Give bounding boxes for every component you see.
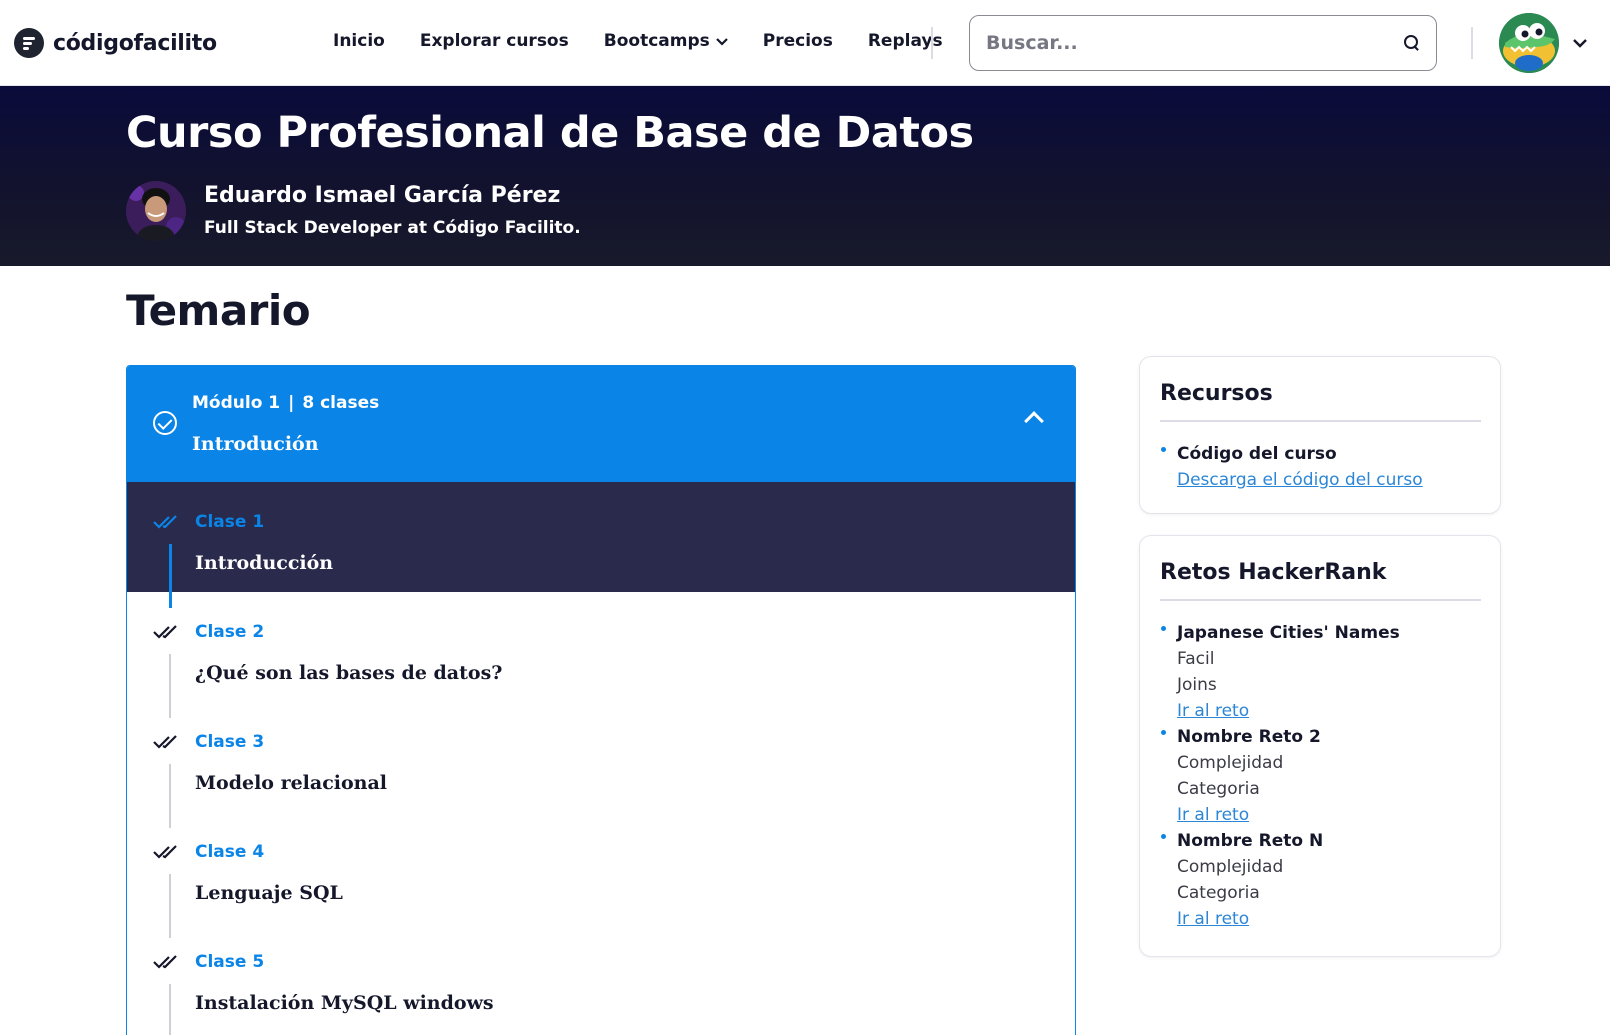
nav-link-precios[interactable]: Precios [763,31,833,51]
search-icon[interactable] [1404,35,1420,51]
lesson-label: Clase 5 [195,952,265,972]
instructor-name: Eduardo Ismael García Pérez [204,183,561,208]
nav-link-explorar-cursos[interactable]: Explorar cursos [420,31,569,51]
nav-link-bootcamps[interactable]: Bootcamps [604,31,728,51]
double-check-icon [153,955,177,969]
lesson-title: Introducción [195,552,334,574]
resources-card: Recursos Código del curso Descarga el có… [1139,356,1501,514]
challenge-link[interactable]: Ir al reto [1177,906,1480,932]
user-menu[interactable] [1499,13,1587,73]
crocodile-avatar-icon [1499,13,1559,73]
lesson-title: Lenguaje SQL [195,882,343,904]
instructor-role: Full Stack Developer at Código Facilito. [204,218,581,238]
module-header[interactable]: Módulo 1 | 8 clases Introdución [127,366,1075,482]
list-item: Nombre Reto 2 Complejidad Categoria Ir a… [1160,724,1480,828]
module-name: Introdución [192,433,319,455]
challenge-name: Nombre Reto 2 [1177,727,1321,747]
challenge-name: Japanese Cities' Names [1177,623,1400,643]
course-hero: Curso Profesional de Base de Datos Eduar… [0,86,1610,266]
user-avatar[interactable] [1499,13,1559,73]
module-label: Módulo 1 [192,393,281,413]
double-check-icon [153,735,177,749]
resources-list: Código del curso Descarga el código del … [1160,441,1480,493]
module-meta: Módulo 1 | 8 clases [192,393,379,413]
resources-title: Recursos [1160,381,1273,406]
lesson-progress-line [169,984,171,1035]
nav-divider [1471,27,1473,59]
challenge-difficulty: Complejidad [1177,857,1284,877]
double-check-icon [153,625,177,639]
lesson-item[interactable]: Clase 3 Modelo relacional [127,702,1075,828]
resource-name: Código del curso [1177,444,1337,464]
challenge-link[interactable]: Ir al reto [1177,802,1480,828]
lesson-label: Clase 4 [195,842,265,862]
list-item: Nombre Reto N Complejidad Categoria Ir a… [1160,828,1480,932]
lesson-title: Instalación MySQL windows [195,992,494,1014]
lesson-title: ¿Qué son las bases de datos? [195,662,503,684]
bullet-icon [1161,447,1166,452]
lesson-title: Modelo relacional [195,772,388,794]
list-item: Código del curso Descarga el código del … [1160,441,1480,493]
challenge-name: Nombre Reto N [1177,831,1324,851]
brand-logo[interactable]: códigofacilito [14,28,217,58]
nav-divider [931,27,933,59]
challenge-category: Joins [1177,675,1217,695]
chevron-up-icon[interactable] [1024,411,1044,431]
bullet-icon [1161,626,1166,631]
card-divider [1160,599,1481,601]
double-check-icon [153,515,177,529]
module-meta-separator: | [288,393,295,413]
challenges-list: Japanese Cities' Names Facil Joins Ir al… [1160,620,1480,932]
lesson-item[interactable]: Clase 5 Instalación MySQL windows [127,922,1075,1035]
brand-logo-icon [14,28,44,58]
course-title: Curso Profesional de Base de Datos [126,108,974,158]
lesson-label: Clase 3 [195,732,265,752]
brand-name: códigofacilito [53,30,217,56]
card-divider [1160,420,1481,422]
chevron-down-icon[interactable] [1573,38,1587,48]
challenge-difficulty: Facil [1177,649,1215,669]
challenge-category: Categoria [1177,779,1260,799]
challenges-title: Retos HackerRank [1160,560,1387,585]
lesson-label: Clase 2 [195,622,265,642]
top-navbar: códigofacilito Inicio Explorar cursos Bo… [0,0,1610,86]
instructor-avatar [126,181,186,241]
lesson-item[interactable]: Clase 1 Introducción [127,482,1075,608]
syllabus-title: Temario [126,286,311,335]
challenge-category: Categoria [1177,883,1260,903]
bullet-icon [1161,730,1166,735]
double-check-icon [153,845,177,859]
nav-link-inicio[interactable]: Inicio [333,31,385,51]
search-bar[interactable] [969,15,1437,71]
chevron-down-icon [715,38,728,46]
lesson-label: Clase 1 [195,512,265,532]
list-item: Japanese Cities' Names Facil Joins Ir al… [1160,620,1480,724]
challenge-difficulty: Complejidad [1177,753,1284,773]
lesson-item[interactable]: Clase 2 ¿Qué son las bases de datos? [127,592,1075,718]
instructor-photo-icon [126,181,186,241]
challenge-link[interactable]: Ir al reto [1177,698,1480,724]
nav-link-bootcamps-label: Bootcamps [603,31,710,51]
check-circle-icon [153,411,177,435]
bullet-icon [1161,834,1166,839]
module-lesson-count: 8 clases [302,393,380,413]
download-code-link[interactable]: Descarga el código del curso [1177,467,1480,493]
challenges-card: Retos HackerRank Japanese Cities' Names … [1139,535,1501,957]
search-input[interactable] [986,32,1404,54]
lesson-item[interactable]: Clase 4 Lenguaje SQL [127,812,1075,938]
module-accordion: Módulo 1 | 8 clases Introdución Clase 1 In… [126,365,1076,1035]
main-nav: Inicio Explorar cursos Bootcamps Precios… [333,31,978,51]
